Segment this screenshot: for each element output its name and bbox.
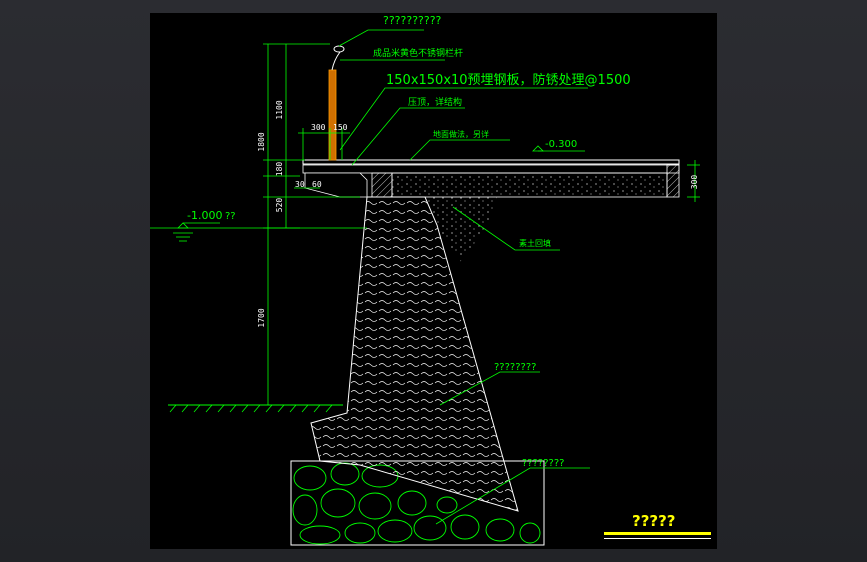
level-marker-top xyxy=(532,145,544,152)
dim-1100: 1100 xyxy=(275,100,284,119)
title-underline xyxy=(604,532,711,539)
level-marker-water xyxy=(173,222,220,242)
section-drawing: ?????????? 成品米黄色不锈钢栏杆 150x150x10预埋钢板，防锈处… xyxy=(150,14,711,546)
dim-520: 520 xyxy=(275,198,284,213)
plate-note: 150x150x10预埋钢板，防锈处理@1500 xyxy=(386,72,631,88)
dim-300-right: 300 xyxy=(690,175,699,190)
foundation-note: ???????? xyxy=(522,458,564,469)
paving-note: 地面做法，另详 xyxy=(433,129,489,139)
dim-60: 60 xyxy=(312,180,322,189)
joint-note: 压顶，详结构 xyxy=(408,96,462,108)
wall-note: ???????? xyxy=(494,362,536,373)
ground-hatch xyxy=(169,404,333,413)
paving-slab xyxy=(302,159,680,198)
dim-30: 30 xyxy=(295,180,305,189)
level-water: -1.000 xyxy=(187,209,222,222)
railing-note: 成品米黄色不锈钢栏杆 xyxy=(373,47,463,59)
dim-180: 180 xyxy=(275,162,284,177)
level-water-suffix: ?? xyxy=(225,211,236,222)
dim-1800: 1800 xyxy=(257,132,266,151)
dim-1700: 1700 xyxy=(257,308,266,327)
backfill-note: 素土回填 xyxy=(519,238,551,248)
dim-300-top: 300 xyxy=(311,123,326,132)
drawing-title: ????? xyxy=(632,512,676,530)
level-top: -0.300 xyxy=(545,139,577,150)
top-label: ?????????? xyxy=(383,14,442,27)
dim-150: 150 xyxy=(333,123,348,132)
